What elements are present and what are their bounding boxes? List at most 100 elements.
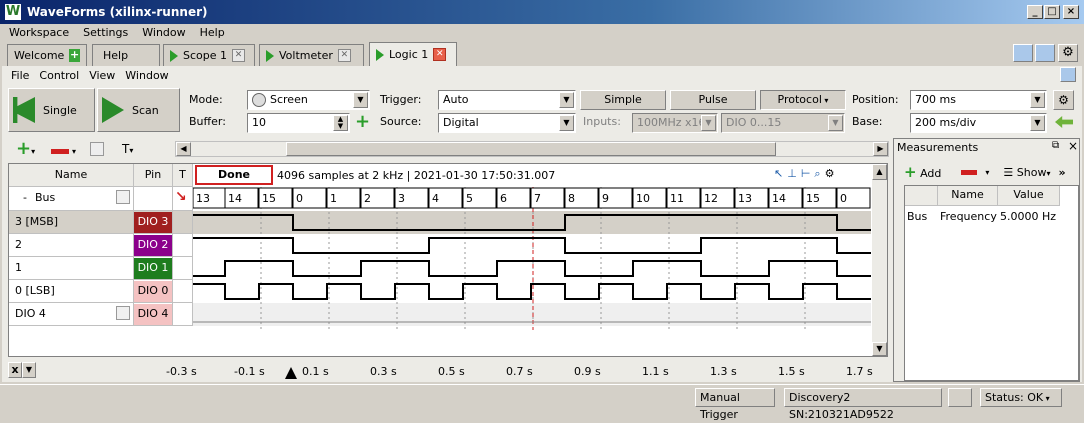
align-left-icon[interactable]: ⊢ xyxy=(801,167,811,181)
remove-channel-icon[interactable] xyxy=(51,149,69,154)
chevron-down-icon[interactable]: ▾ xyxy=(72,147,76,156)
settings-gear-icon[interactable]: ⚙ xyxy=(1058,44,1078,62)
menu-view[interactable]: View xyxy=(89,69,115,82)
trigger-position-icon[interactable] xyxy=(285,367,297,379)
device-button[interactable]: Discovery2 SN:210321AD9522 xyxy=(784,388,942,421)
simple-button[interactable]: Simple xyxy=(580,90,666,110)
menu-help[interactable]: Help xyxy=(200,26,225,39)
tab-help[interactable]: Help xyxy=(92,44,160,66)
add-measurement-button[interactable]: + Add xyxy=(904,163,941,181)
time-tick: 0.9 s xyxy=(574,365,601,378)
scroll-right-icon[interactable]: ▶ xyxy=(873,142,888,156)
close-tab-icon[interactable]: ✕ xyxy=(337,49,351,62)
show-label: Show xyxy=(1016,165,1047,179)
row-name-1[interactable]: 3 [MSB] xyxy=(9,211,134,234)
meas-row-value[interactable]: 5.0000 Hz xyxy=(998,206,1060,228)
source-label: Source: xyxy=(380,115,422,128)
meas-row-channel[interactable]: Bus xyxy=(905,206,938,228)
meas-row-name[interactable]: Frequency xyxy=(938,206,998,228)
bus-value: 4 xyxy=(432,192,439,205)
dropdown-arrow-icon[interactable]: ▼ xyxy=(559,92,574,108)
edit-channel-icon[interactable] xyxy=(90,142,104,156)
scroll-left-icon[interactable]: ◀ xyxy=(176,142,191,156)
edit-icon[interactable] xyxy=(116,190,130,204)
minimize-button[interactable]: _ xyxy=(1027,5,1043,19)
menu-window[interactable]: Window xyxy=(125,69,168,82)
layout-icon[interactable] xyxy=(1013,44,1033,62)
add-channel-icon[interactable]: +▾ xyxy=(16,140,35,160)
add-icon[interactable]: + xyxy=(69,49,80,62)
close-panel-icon[interactable]: × xyxy=(1068,139,1078,153)
row-name-2[interactable]: 2 xyxy=(9,234,134,257)
dropdown-arrow-icon[interactable]: ▼ xyxy=(1030,115,1045,131)
tab-welcome[interactable]: Welcome + xyxy=(7,44,87,66)
col-name-header[interactable]: Name xyxy=(9,164,134,187)
scope-icon xyxy=(170,49,178,62)
row-name-3[interactable]: 1 xyxy=(9,257,134,280)
menu-workspace[interactable]: Workspace xyxy=(9,26,69,39)
dropdown-arrow-icon[interactable]: ▼ xyxy=(1030,92,1045,108)
single-button[interactable]: Single xyxy=(8,88,95,132)
spin-arrows-icon[interactable]: ▲ ▼ xyxy=(333,115,348,131)
manual-trigger-button[interactable]: Manual Trigger xyxy=(695,388,775,421)
status-button[interactable]: Status: OK ▾ xyxy=(980,388,1062,407)
mode-label: Mode: xyxy=(189,93,223,106)
col-t-header[interactable]: T xyxy=(173,164,193,187)
chevron-down-icon[interactable]: ▾ xyxy=(985,168,989,177)
reset-position-icon[interactable]: ⚙ xyxy=(1053,90,1074,110)
scroll-thumb[interactable] xyxy=(286,142,776,156)
trigger-select[interactable]: Auto ▼ xyxy=(438,90,576,110)
menu-settings[interactable]: Settings xyxy=(83,26,128,39)
maximize-button[interactable]: □ xyxy=(1044,5,1060,19)
menu-window[interactable]: Window xyxy=(142,26,185,39)
vertical-scrollbar[interactable] xyxy=(872,180,887,342)
remove-measurement-icon[interactable] xyxy=(961,169,978,175)
layout-split-icon[interactable] xyxy=(1035,44,1055,62)
tab-scope[interactable]: Scope 1 ✕ xyxy=(163,44,255,66)
align-bottom-icon[interactable]: ⊥ xyxy=(787,167,797,181)
scroll-up-icon[interactable]: ▲ xyxy=(872,164,887,180)
gear-icon[interactable]: ⚙ xyxy=(825,167,835,181)
cursor-icon[interactable]: ↖ xyxy=(774,167,783,181)
tab-label: Help xyxy=(103,48,129,62)
add-buffer-icon[interactable]: + xyxy=(355,113,371,131)
collapse-bus-icon[interactable]: - xyxy=(23,191,27,204)
bus-value: 14 xyxy=(228,192,242,205)
device-icon[interactable] xyxy=(948,388,972,407)
buffer-spinner[interactable]: 10 ▲ ▼ xyxy=(247,113,350,133)
protocol-button[interactable]: Protocol ▾ xyxy=(760,90,846,110)
float-panel-icon[interactable]: ⧉ xyxy=(1052,140,1059,151)
base-select[interactable]: 200 ms/div ▼ xyxy=(910,113,1047,133)
more-icon[interactable]: » xyxy=(1058,166,1065,179)
dock-icon[interactable] xyxy=(1060,67,1076,82)
dropdown-arrow-icon[interactable]: ▼ xyxy=(353,92,368,108)
tab-voltmeter[interactable]: Voltmeter ✕ xyxy=(259,44,364,66)
menu-file[interactable]: File xyxy=(11,69,29,82)
scroll-down-icon[interactable]: ▼ xyxy=(872,342,887,356)
source-select[interactable]: Digital ▼ xyxy=(438,113,576,133)
menu-control[interactable]: Control xyxy=(39,69,79,82)
scan-label: Scan xyxy=(132,103,159,117)
zoom-icon[interactable]: ⌕ xyxy=(814,167,820,181)
row-name-4[interactable]: 0 [LSB] xyxy=(9,280,134,303)
axis-menu-icon[interactable]: ▼ xyxy=(22,362,36,378)
text-format-icon[interactable]: T▾ xyxy=(122,142,133,156)
close-tab-icon[interactable]: ✕ xyxy=(433,48,447,61)
col-pin-header[interactable]: Pin xyxy=(134,164,173,187)
show-button[interactable]: ☰ Show▾ xyxy=(1003,166,1050,179)
buffer-label: Buffer: xyxy=(189,115,226,128)
edit-icon[interactable] xyxy=(116,306,130,320)
waveform-plot: 13 14 15 0 1 2 3 4 5 6 7 8 9 10 11 12 13 14 15 0 xyxy=(193,187,871,330)
pulse-button[interactable]: Pulse xyxy=(670,90,756,110)
measurements-panel: Measurements ⧉ × + Add ▾ ☰ Show▾ » Name … xyxy=(893,138,1080,382)
close-tab-icon[interactable]: ✕ xyxy=(232,49,246,62)
horizontal-scrollbar[interactable]: ◀ ▶ xyxy=(175,141,889,157)
mode-select[interactable]: Screen ▼ xyxy=(247,90,370,110)
scan-button[interactable]: Scan xyxy=(97,88,180,132)
tab-logic[interactable]: Logic 1 ✕ xyxy=(369,42,457,66)
close-button[interactable]: × xyxy=(1063,5,1079,19)
measurements-toolbar: + Add ▾ ☰ Show▾ » xyxy=(904,163,1079,181)
position-select[interactable]: 700 ms ▼ xyxy=(910,90,1047,110)
dropdown-arrow-icon[interactable]: ▼ xyxy=(559,115,574,131)
close-axis-button[interactable]: x xyxy=(8,362,22,378)
